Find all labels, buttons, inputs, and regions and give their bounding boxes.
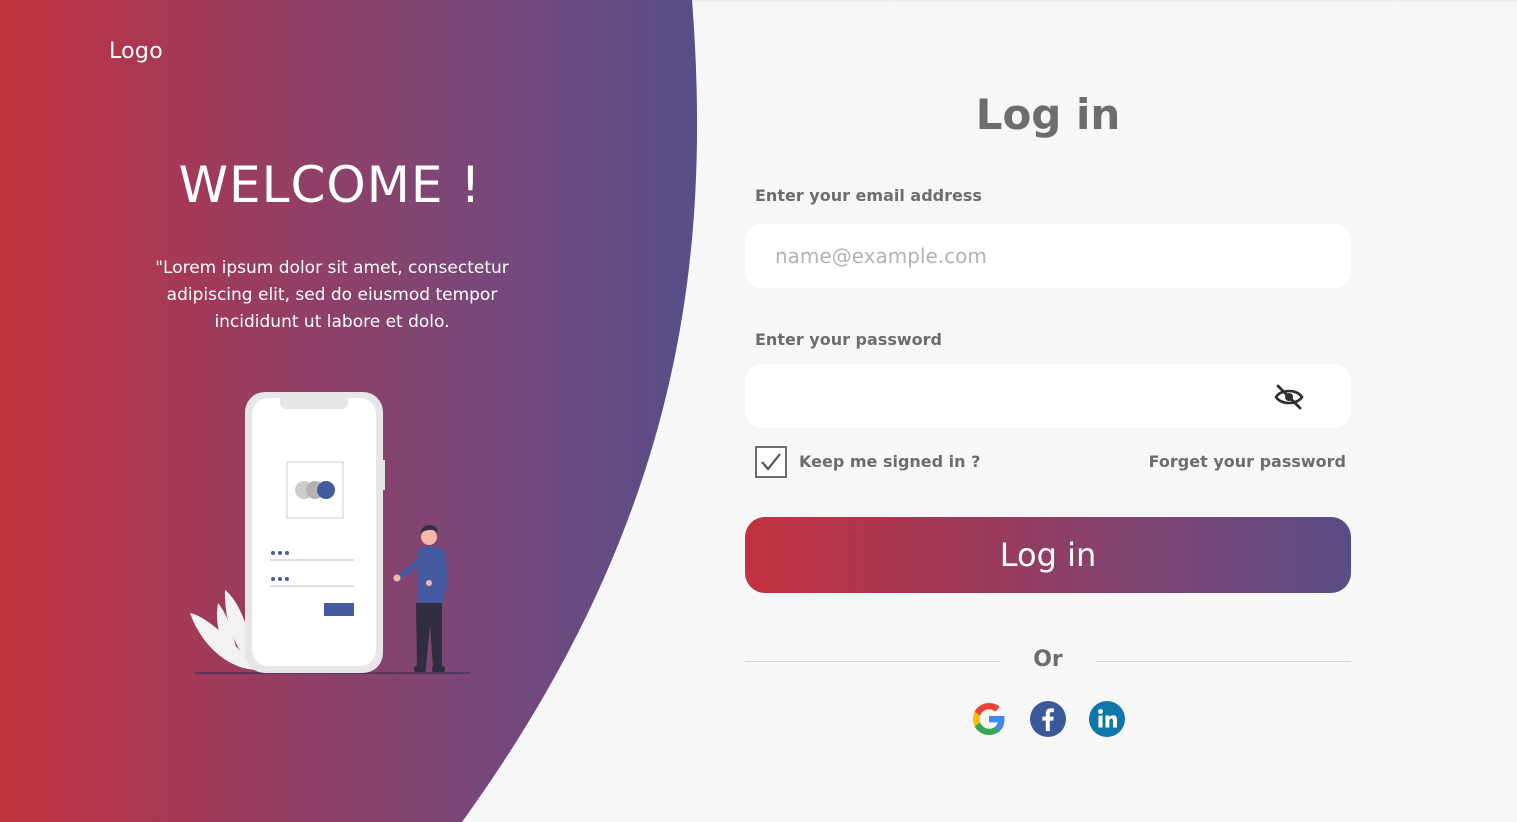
check-icon: [761, 453, 781, 471]
welcome-heading: WELCOME !: [178, 156, 482, 214]
forgot-password-link[interactable]: Forget your password: [1149, 452, 1346, 471]
password-input[interactable]: [745, 364, 1351, 428]
remember-me-label: Keep me signed in ?: [799, 452, 981, 471]
password-label: Enter your password: [755, 330, 942, 349]
linkedin-icon[interactable]: [1088, 700, 1126, 738]
divider-line-right: [1096, 661, 1351, 662]
welcome-description: "Lorem ipsum dolor sit amet, consectetur…: [155, 258, 509, 332]
or-divider: Or: [745, 645, 1351, 677]
email-input[interactable]: [745, 224, 1351, 288]
form-title: Log in: [975, 90, 1121, 139]
eye-slash-icon[interactable]: [1272, 382, 1306, 412]
facebook-icon[interactable]: [1029, 700, 1067, 738]
phone-login-illustration: [190, 392, 470, 674]
google-icon[interactable]: [970, 700, 1008, 738]
email-label: Enter your email address: [755, 186, 982, 205]
welcome-panel: Logo WELCOME ! "Lorem ipsum dolor sit am…: [0, 0, 700, 822]
remember-me-checkbox[interactable]: [755, 446, 787, 478]
or-text: Or: [1033, 647, 1063, 672]
logo[interactable]: Logo: [109, 39, 163, 64]
login-button[interactable]: Log in: [745, 517, 1351, 593]
